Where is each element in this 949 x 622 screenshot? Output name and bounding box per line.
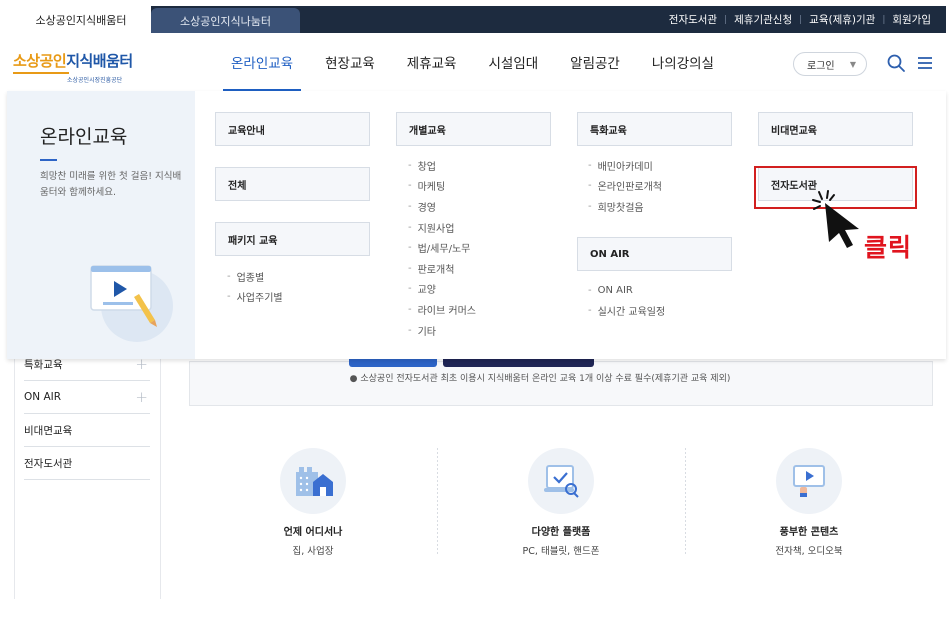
sidebar-item-ebook[interactable]: 전자도서관: [24, 447, 150, 480]
menu-edu-guide[interactable]: 교육안내: [215, 112, 370, 146]
site-logo[interactable]: 소상공인지식배움터 소상공인시장진흥공단: [13, 50, 133, 84]
chevron-down-icon: ▼: [849, 60, 856, 69]
menu-on-air[interactable]: ON AIR: [577, 237, 732, 271]
top-bar: 소상공인지식배움터 소상공인지식나눔터 전자도서관 | 제휴기관신청 | 교육(…: [11, 6, 946, 33]
sidebar-item-untact[interactable]: 비대면교육: [24, 414, 150, 447]
util-link-ebook-library[interactable]: 전자도서관: [662, 12, 724, 27]
feature-anywhere: 언제 어디서나 집, 사업장: [188, 448, 438, 557]
feature-subtitle: 전자책, 오디오북: [775, 546, 843, 557]
login-label: 로그인: [807, 60, 835, 72]
utility-links: 전자도서관 | 제휴기관신청 | 교육(제휴)기관 | 회원가입: [662, 6, 938, 33]
nav-my-classroom[interactable]: 나의강의실: [652, 33, 714, 91]
building-icon: [280, 448, 346, 514]
util-link-edu-partner[interactable]: 교육(제휴)기관: [802, 12, 882, 27]
play-icon: [90, 265, 173, 342]
secondary-button[interactable]: [443, 358, 594, 367]
mega-menu-description: 희망찬 미래를 위한 첫 걸음! 지식배움터와 함께하세요.: [40, 171, 182, 198]
sidebar-item-label: 전자도서관: [24, 457, 73, 470]
logo-underline: [13, 72, 69, 74]
title-accent-bar: [40, 159, 57, 161]
feature-title: 풍부한 콘텐츠: [779, 527, 839, 538]
menu-item-support[interactable]: 지원사업: [408, 217, 476, 238]
util-link-signup[interactable]: 회원가입: [885, 12, 938, 27]
menu-item-culture[interactable]: 교양: [408, 279, 476, 300]
menu-item-on-air[interactable]: ON AIR: [588, 280, 665, 301]
menu-individual-edu[interactable]: 개별교육: [396, 112, 551, 146]
menu-all[interactable]: 전체: [215, 167, 370, 201]
menu-untact-edu[interactable]: 비대면교육: [758, 112, 913, 146]
tab-jisik-baeumteo[interactable]: 소상공인지식배움터: [11, 6, 151, 33]
menu-item-online-sales[interactable]: 온라인판로개척: [588, 176, 662, 197]
header: 소상공인지식배움터 소상공인시장진흥공단 온라인교육 현장교육 제휴교육 시설임…: [11, 33, 946, 91]
menu-special-edu[interactable]: 특화교육: [577, 112, 732, 146]
feature-title: 다양한 플랫폼: [531, 527, 591, 538]
mega-menu: 온라인교육 희망찬 미래를 위한 첫 걸음! 지식배움터와 함께하세요. 교육안…: [7, 91, 946, 359]
search-icon[interactable]: [885, 52, 907, 74]
page: 소상공인지식배움터 소상공인지식나눔터 전자도서관 | 제휴기관신청 | 교육(…: [0, 0, 949, 622]
menu-item-by-stage[interactable]: 사업주기별: [227, 287, 283, 308]
cursor-icon: [812, 190, 859, 248]
onair-sublist: ON AIR 실시간 교육일정: [588, 280, 666, 322]
individual-sublist: 창업 마케팅 경영 지원사업 법/세무/노무 판로개척 교양 라이브 커머스 기…: [408, 155, 476, 340]
sidebar-item-onair[interactable]: ON AIR +: [24, 381, 150, 414]
mega-menu-title: 온라인교육: [40, 126, 128, 148]
tab-jisik-nanumteo[interactable]: 소상공인지식나눔터: [151, 8, 300, 33]
package-sublist: 업종별 사업주기별: [227, 266, 283, 307]
menu-item-baemin-academy[interactable]: 배민아카데미: [588, 155, 662, 176]
menu-item-startup[interactable]: 창업: [408, 155, 476, 176]
menu-package-edu[interactable]: 패키지 교육: [215, 222, 370, 256]
plus-icon[interactable]: +: [135, 388, 148, 406]
nav-notice[interactable]: 알림공간: [570, 33, 620, 91]
menu-item-hope-step[interactable]: 희망찻걸음: [588, 196, 662, 217]
menu-item-law-tax-labor[interactable]: 법/세무/노무: [408, 237, 476, 258]
menu-item-live-schedule[interactable]: 실시간 교육일정: [588, 301, 666, 322]
feature-subtitle: 집, 사업장: [292, 546, 334, 557]
video-hand-icon: [776, 448, 842, 514]
menu-item-sales-channel[interactable]: 판로개척: [408, 258, 476, 279]
feature-contents: 풍부한 콘텐츠 전자책, 오디오북: [684, 448, 934, 557]
special-sublist: 배민아카데미 온라인판로개척 희망찻걸음: [588, 155, 662, 217]
menu-item-live-commerce[interactable]: 라이브 커머스: [408, 299, 476, 320]
feature-title: 언제 어디서나: [283, 527, 343, 538]
nav-facility-rental[interactable]: 시설임대: [488, 33, 538, 91]
sidebar-item-label: ON AIR: [24, 391, 62, 403]
mega-menu-intro: 온라인교육 희망찬 미래를 위한 첫 걸음! 지식배움터와 함께하세요.: [7, 91, 195, 359]
logo-subtitle: 소상공인시장진흥공단: [67, 77, 123, 84]
menu-icon[interactable]: [914, 52, 936, 74]
nav-partner-edu[interactable]: 제휴교육: [407, 33, 457, 91]
logo-text: 소상공인지식배움터: [13, 52, 133, 70]
sidebar-item-label: 비대면교육: [24, 424, 73, 437]
feature-subtitle: PC, 태블릿, 핸드폰: [522, 546, 600, 557]
menu-item-marketing[interactable]: 마케팅: [408, 176, 476, 197]
menu-item-etc[interactable]: 기타: [408, 320, 476, 341]
nav-field-edu[interactable]: 현장교육: [325, 33, 375, 91]
nav-online-edu[interactable]: 온라인교육: [222, 33, 302, 91]
click-annotation-label: 클릭: [864, 233, 913, 262]
main-nav: 온라인교육 현장교육 제휴교육 시설임대 알림공간 나의강의실: [222, 33, 746, 91]
util-link-partner-apply[interactable]: 제휴기관신청: [727, 12, 799, 27]
notice-text: ● 소상공인 전자도서관 최초 이용시 지식배움터 온라인 교육 1개 이상 수…: [349, 374, 731, 384]
primary-button[interactable]: [349, 358, 437, 367]
tablet-check-icon: [528, 448, 594, 514]
menu-item-by-industry[interactable]: 업종별: [227, 266, 283, 287]
menu-item-management[interactable]: 경영: [408, 196, 476, 217]
login-select[interactable]: 로그인 ▼: [793, 52, 867, 76]
feature-platform: 다양한 플랫폼 PC, 태블릿, 핸드폰: [436, 448, 686, 557]
